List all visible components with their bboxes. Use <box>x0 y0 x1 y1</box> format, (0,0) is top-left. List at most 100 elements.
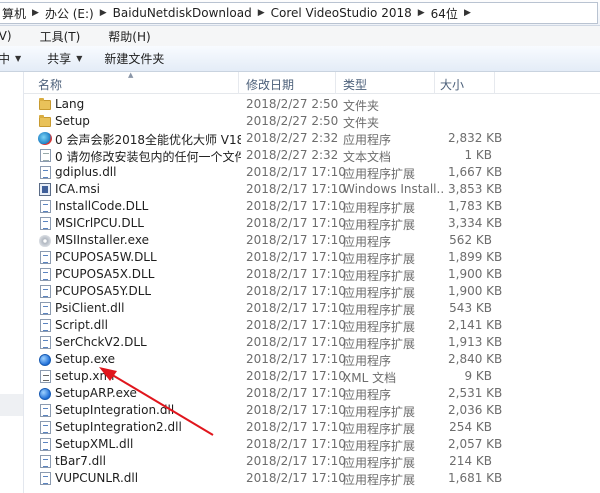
file-size: 2,832 KB <box>448 131 503 145</box>
globe-exe-icon <box>38 352 52 367</box>
dll-icon <box>38 250 52 265</box>
chevron-right-icon[interactable]: ▶ <box>96 8 111 18</box>
file-size: 1,681 KB <box>448 471 503 485</box>
file-row[interactable]: ICA.msi 2018/2/17 17:10 Windows Install...… <box>24 181 600 198</box>
file-row[interactable]: setup.xml 2018/2/17 17:10 XML 文档 9 KB <box>24 368 600 385</box>
column-type-header[interactable]: 类型 <box>343 76 367 93</box>
file-name: SetupIntegration2.dll <box>55 420 182 434</box>
file-row[interactable]: PCUPOSA5Y.DLL 2018/2/17 17:10 应用程序扩展 1,900 … <box>24 283 600 300</box>
file-name: InstallCode.DLL <box>55 199 149 213</box>
dll-icon <box>38 165 52 180</box>
file-name: tBar7.dll <box>55 454 106 468</box>
new-folder-button[interactable]: 新建文件夹 <box>104 50 164 67</box>
column-divider[interactable] <box>494 72 495 94</box>
new-folder-label: 新建文件夹 <box>104 52 165 66</box>
share-button[interactable]: 共享 ▼ <box>47 50 82 67</box>
file-row[interactable]: Setup.exe 2018/2/17 17:10 应用程序 2,840 KB <box>24 351 600 368</box>
file-date: 2018/2/17 17:10 <box>246 216 346 230</box>
chevron-right-icon[interactable]: ▶ <box>28 8 43 18</box>
file-row[interactable]: 0 会声会影2018全能优化大师 V18.02.2... 2018/2/27 2:… <box>24 130 600 147</box>
menu-help[interactable]: 帮助(H) <box>108 28 160 45</box>
file-name: SetupARP.exe <box>55 386 137 400</box>
file-row[interactable]: Lang 2018/2/27 2:50 文件夹 <box>24 96 600 113</box>
address-bar[interactable]: 算机 ▶ 办公 (E:) ▶ BaiduNetdiskDownload ▶ Co… <box>0 2 598 24</box>
file-row[interactable]: PCUPOSA5X.DLL 2018/2/17 17:10 应用程序扩展 1,900 … <box>24 266 600 283</box>
file-date: 2018/2/17 17:10 <box>246 335 346 349</box>
column-name-header[interactable]: 名称 <box>38 76 62 93</box>
file-size: 2,531 KB <box>448 386 503 400</box>
chevron-right-icon[interactable]: ▶ <box>460 8 475 18</box>
chevron-right-icon[interactable]: ▶ <box>414 8 429 18</box>
breadcrumb-drive[interactable]: 办公 (E:) <box>43 3 96 23</box>
navigation-pane[interactable] <box>0 72 24 493</box>
dll-icon <box>38 199 52 214</box>
file-name: ICA.msi <box>55 182 101 196</box>
dll-icon <box>38 284 52 299</box>
file-name: PCUPOSA5Y.DLL <box>55 284 152 298</box>
file-type: XML 文档 <box>343 371 397 385</box>
file-date: 2018/2/27 2:32 <box>246 131 339 145</box>
menu-tools[interactable]: 工具(T) <box>40 28 91 45</box>
address-bar-region: 算机 ▶ 办公 (E:) ▶ BaiduNetdiskDownload ▶ Co… <box>0 0 600 26</box>
file-size: 562 KB <box>449 233 492 247</box>
breadcrumb-computer[interactable]: 算机 <box>0 3 28 23</box>
column-divider[interactable] <box>238 72 239 94</box>
column-date-header[interactable]: 修改日期 <box>246 76 294 93</box>
file-type: 文件夹 <box>343 116 380 130</box>
file-row[interactable]: MSICrlPCU.DLL 2018/2/17 17:10 应用程序扩展 3,334 … <box>24 215 600 232</box>
breadcrumb-download-folder[interactable]: BaiduNetdiskDownload <box>111 3 254 23</box>
file-name: Setup <box>55 114 90 128</box>
file-type: 应用程序 <box>343 235 392 249</box>
file-date: 2018/2/17 17:10 <box>246 403 346 417</box>
file-row[interactable]: Setup 2018/2/27 2:50 文件夹 <box>24 113 600 130</box>
dll-icon <box>38 216 52 231</box>
file-name: setup.xml <box>55 369 115 383</box>
file-type: 应用程序扩展 <box>343 303 416 317</box>
file-name: Lang <box>55 97 85 111</box>
dll-icon <box>38 471 52 486</box>
file-name: SetupXML.dll <box>55 437 134 451</box>
file-name: 0 请勿修改安装包内的任何一个文件，否... <box>55 150 241 164</box>
file-row[interactable]: tBar7.dll 2018/2/17 17:10 应用程序扩展 214 KB <box>24 453 600 470</box>
file-row[interactable]: SerChckV2.DLL 2018/2/17 17:10 应用程序扩展 1,913 … <box>24 334 600 351</box>
file-size: 1,913 KB <box>448 335 503 349</box>
breadcrumb-current-folder[interactable]: 64位 <box>429 3 460 23</box>
file-row[interactable]: PCUPOSA5W.DLL 2018/2/17 17:10 应用程序扩展 1,899 … <box>24 249 600 266</box>
chevron-right-icon[interactable]: ▶ <box>254 8 269 18</box>
dll-icon <box>38 437 52 452</box>
file-date: 2018/2/17 17:10 <box>246 471 346 485</box>
file-row[interactable]: MSIInstaller.exe 2018/2/17 17:10 应用程序 562 K… <box>24 232 600 249</box>
file-type: 应用程序扩展 <box>343 405 416 419</box>
file-row[interactable]: gdiplus.dll 2018/2/17 17:10 应用程序扩展 1,667 KB <box>24 164 600 181</box>
column-divider[interactable] <box>434 72 435 94</box>
column-size-header[interactable]: 大小 <box>440 76 464 93</box>
file-date: 2018/2/17 17:10 <box>246 369 346 383</box>
organize-button[interactable]: 中 ▼ <box>0 50 21 67</box>
file-row[interactable]: SetupIntegration.dll 2018/2/17 17:10 应用程序扩… <box>24 402 600 419</box>
file-row[interactable]: 0 请勿修改安装包内的任何一个文件，否... 2018/2/27 2:32 文本文档… <box>24 147 600 164</box>
file-type: 应用程序扩展 <box>343 320 416 334</box>
xml-file-icon <box>38 369 52 384</box>
file-size: 2,141 KB <box>448 318 503 332</box>
column-divider[interactable] <box>335 72 336 94</box>
file-name: gdiplus.dll <box>55 165 117 179</box>
file-row[interactable]: SetupARP.exe 2018/2/17 17:10 应用程序 2,531 KB <box>24 385 600 402</box>
file-type: Windows Install... <box>343 182 443 196</box>
file-date: 2018/2/17 17:10 <box>246 267 346 281</box>
file-date: 2018/2/27 2:32 <box>246 148 339 162</box>
nav-selected-item[interactable] <box>0 394 23 416</box>
file-type: 文本文档 <box>343 150 392 164</box>
breadcrumb-videostudio-folder[interactable]: Corel VideoStudio 2018 <box>269 3 414 23</box>
file-date: 2018/2/17 17:10 <box>246 301 346 315</box>
menu-view[interactable]: (V) <box>0 29 22 43</box>
file-row[interactable]: Script.dll 2018/2/17 17:10 应用程序扩展 2,141 KB <box>24 317 600 334</box>
file-type: 应用程序 <box>343 133 392 147</box>
file-type: 应用程序扩展 <box>343 286 416 300</box>
file-row[interactable]: VUPCUNLR.dll 2018/2/17 17:10 应用程序扩展 1,681 K… <box>24 470 600 487</box>
file-row[interactable]: PsiClient.dll 2018/2/17 17:10 应用程序扩展 543 KB <box>24 300 600 317</box>
file-date: 2018/2/17 17:10 <box>246 454 346 468</box>
file-row[interactable]: InstallCode.DLL 2018/2/17 17:10 应用程序扩展 1,78… <box>24 198 600 215</box>
file-row[interactable]: SetupXML.dll 2018/2/17 17:10 应用程序扩展 2,057 K… <box>24 436 600 453</box>
dll-icon <box>38 454 52 469</box>
file-row[interactable]: SetupIntegration2.dll 2018/2/17 17:10 应用程序… <box>24 419 600 436</box>
